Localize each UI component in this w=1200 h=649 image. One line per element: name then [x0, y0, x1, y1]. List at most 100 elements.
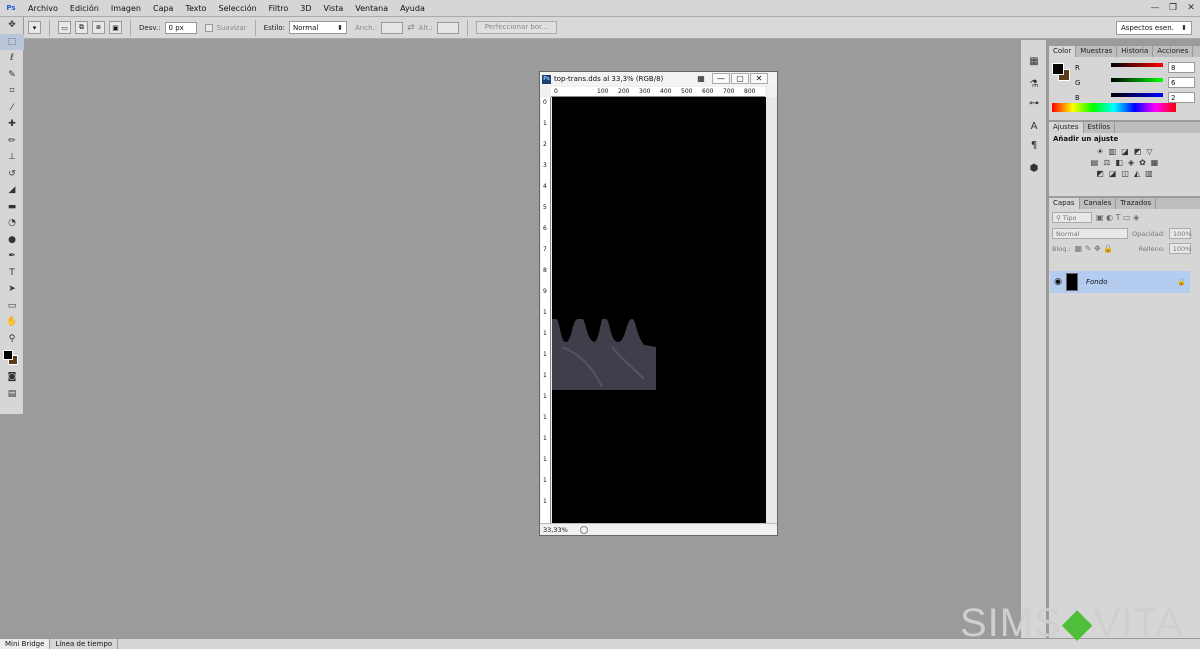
menu-vista[interactable]: Vista	[318, 4, 350, 13]
properties-icon[interactable]: ⊶	[1021, 94, 1047, 113]
color-spectrum-bar[interactable]	[1052, 103, 1176, 112]
3d-icon[interactable]: ⬢	[1021, 159, 1047, 178]
channel-mixer-icon[interactable]: ✿	[1139, 158, 1146, 167]
suavizar-checkbox[interactable]	[204, 23, 213, 32]
anch-input[interactable]	[381, 21, 404, 34]
menu-capa[interactable]: Capa	[147, 4, 179, 13]
levels-icon[interactable]: ▥	[1109, 147, 1117, 156]
r-input[interactable]: 8	[1168, 62, 1195, 73]
tab-trazados[interactable]: Trazados	[1116, 198, 1157, 209]
eraser-icon[interactable]: ◢	[0, 182, 24, 199]
selective-color-icon[interactable]: ◭	[1134, 169, 1140, 178]
filter-icons[interactable]: ▣ ◐ T ▭ ◈	[1096, 213, 1139, 222]
tool-preset-icon[interactable]: ▾	[28, 21, 41, 34]
g-input[interactable]: 6	[1168, 77, 1195, 88]
posterize-icon[interactable]: ◪	[1109, 169, 1117, 178]
add-selection-icon[interactable]: ⧉	[75, 21, 88, 34]
g-slider[interactable]	[1111, 78, 1163, 82]
tab-estilos[interactable]: Estilos	[1084, 122, 1116, 133]
doc-minimize-icon[interactable]: —	[712, 73, 730, 84]
move-icon[interactable]: ✥	[0, 17, 24, 34]
brush-icon[interactable]: ✏	[0, 133, 24, 150]
path-select-icon[interactable]: ➤	[0, 281, 24, 298]
menu-edicion[interactable]: Edición	[64, 4, 105, 13]
status-info-icon[interactable]	[579, 525, 588, 534]
vertical-scrollbar[interactable]	[766, 97, 777, 524]
exposure-icon[interactable]: ◩	[1134, 147, 1142, 156]
eye-icon[interactable]: ◉	[1050, 277, 1066, 287]
desv-input[interactable]: 0 px	[164, 21, 197, 34]
menu-ventana[interactable]: Ventana	[349, 4, 394, 13]
swap-icon[interactable]: ⇄	[407, 23, 415, 33]
color-balance-icon[interactable]: ⚖	[1103, 158, 1110, 167]
mini-bridge-icon[interactable]: ▦	[1021, 52, 1047, 71]
character-icon[interactable]: A	[1021, 117, 1047, 136]
dodge-icon[interactable]: ●	[0, 232, 24, 249]
rectangle-icon[interactable]: ▭	[0, 298, 24, 315]
threshold-icon[interactable]: ◫	[1121, 169, 1129, 178]
image-canvas[interactable]	[552, 97, 766, 524]
estilo-select[interactable]: Normal ⬍	[289, 21, 347, 34]
gradient-icon[interactable]: ▬	[0, 199, 24, 216]
perfeccionar-button[interactable]: Perfeccionar bor...	[475, 21, 558, 34]
arrange-icon[interactable]: ▦	[692, 73, 710, 84]
zoom-level[interactable]: 33,33%	[543, 526, 568, 534]
quick-select-icon[interactable]: ✎	[0, 67, 24, 84]
eyedropper-icon[interactable]: ⁄	[0, 100, 24, 117]
doc-maximize-icon[interactable]: ▢	[731, 73, 749, 84]
intersect-selection-icon[interactable]: ▣	[109, 21, 122, 34]
quick-mask-icon[interactable]: ◙	[0, 369, 24, 386]
tab-color[interactable]: Color	[1049, 46, 1077, 57]
minimize-icon[interactable]: —	[1146, 0, 1164, 16]
menu-imagen[interactable]: Imagen	[105, 4, 147, 13]
layer-filter-select[interactable]: ⚲ Tipo	[1052, 212, 1092, 223]
fill-input[interactable]: 100%	[1168, 243, 1191, 254]
color-lookup-icon[interactable]: ▦	[1151, 158, 1159, 167]
foreground-color-swatch[interactable]	[3, 350, 13, 360]
brightness-icon[interactable]: ☀	[1096, 147, 1103, 156]
subtract-selection-icon[interactable]: ⧈	[92, 21, 105, 34]
bw-icon[interactable]: ◧	[1115, 158, 1123, 167]
tab-mini-bridge[interactable]: Mini Bridge	[0, 639, 51, 649]
tab-canales[interactable]: Canales	[1080, 198, 1117, 209]
color-swatches[interactable]	[0, 347, 24, 369]
crop-icon[interactable]: ⌗	[0, 83, 24, 100]
doc-close-icon[interactable]: ✕	[750, 73, 768, 84]
menu-filtro[interactable]: Filtro	[263, 4, 295, 13]
tab-historia[interactable]: Historia	[1117, 46, 1154, 57]
alt-input[interactable]	[436, 21, 459, 34]
menu-seleccion[interactable]: Selección	[213, 4, 263, 13]
clone-stamp-icon[interactable]: ⊥	[0, 149, 24, 166]
workspace-select[interactable]: Aspectos esen. ⬍	[1116, 21, 1192, 35]
photo-filter-icon[interactable]: ◈	[1128, 158, 1134, 167]
type-icon[interactable]: T	[0, 265, 24, 282]
tab-muestras[interactable]: Muestras	[1076, 46, 1118, 57]
menu-texto[interactable]: Texto	[179, 4, 212, 13]
layer-name[interactable]: Fondo	[1086, 278, 1177, 286]
healing-brush-icon[interactable]: ✚	[0, 116, 24, 133]
r-slider[interactable]	[1111, 63, 1163, 67]
tab-ajustes[interactable]: Ajustes	[1049, 122, 1084, 133]
new-selection-icon[interactable]: ▭	[58, 21, 71, 34]
opacity-input[interactable]: 100%	[1169, 228, 1192, 239]
gradient-map-icon[interactable]: ▥	[1145, 169, 1153, 178]
hue-icon[interactable]: ▤	[1091, 158, 1099, 167]
zoom-icon[interactable]: ⚲	[0, 331, 24, 348]
history-panel-icon[interactable]: ⚗	[1021, 75, 1047, 94]
menu-ayuda[interactable]: Ayuda	[394, 4, 431, 13]
pen-icon[interactable]: ✒	[0, 248, 24, 265]
marquee-icon[interactable]: ⬚	[0, 33, 24, 50]
history-brush-icon[interactable]: ↺	[0, 166, 24, 183]
lock-icons[interactable]: ▦ ✎ ✥ 🔒	[1075, 244, 1135, 253]
layer-row[interactable]: ◉ Fondo 🔒	[1050, 271, 1190, 293]
restore-icon[interactable]: ❐	[1164, 0, 1182, 16]
tab-acciones[interactable]: Acciones	[1153, 46, 1194, 57]
b-input[interactable]: 2	[1168, 92, 1195, 103]
tab-timeline[interactable]: Línea de tiempo	[50, 639, 119, 649]
blend-mode-select[interactable]: Normal	[1052, 228, 1128, 239]
close-icon[interactable]: ✕	[1182, 0, 1200, 16]
lasso-icon[interactable]: ℓ	[0, 50, 24, 67]
blur-icon[interactable]: ◔	[0, 215, 24, 232]
menu-3d[interactable]: 3D	[294, 4, 317, 13]
screen-mode-icon[interactable]: ▤	[0, 386, 24, 403]
